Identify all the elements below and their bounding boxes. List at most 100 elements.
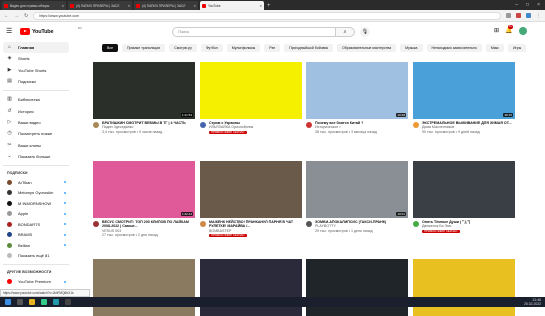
channel-avatar[interactable] <box>306 122 312 128</box>
sidebar-item[interactable]: ArTikan <box>0 177 72 188</box>
avatar[interactable] <box>518 27 527 35</box>
sidebar-item[interactable]: YouTube Premium <box>0 276 72 287</box>
sidebar-item[interactable]: ✂ Ваши клипы <box>0 139 72 150</box>
close-icon[interactable]: × <box>260 3 262 8</box>
forward-icon[interactable]: → <box>14 13 19 19</box>
windows-start-icon[interactable] <box>5 299 11 305</box>
sidebar-item[interactable]: Melomyn Gyoroskin <box>0 187 72 198</box>
filter-chip[interactable]: Музыка <box>400 44 423 52</box>
filter-chip[interactable]: Смотрю.ру <box>169 44 197 52</box>
reload-icon[interactable]: ↻ <box>24 13 28 19</box>
channel-avatar[interactable] <box>413 122 419 128</box>
youtube-logo[interactable]: YouTube RU <box>20 27 82 35</box>
extension-icon[interactable] <box>516 13 521 18</box>
browser-tab[interactable]: (4) ПАПИЧ ПРИЗЕРЫ | ЗАСЛ × <box>134 1 198 10</box>
search-button[interactable]: ⌕ <box>336 27 355 37</box>
browser-tab-active[interactable]: YouTube × <box>200 1 264 10</box>
filter-chip[interactable]: Все <box>102 44 119 52</box>
search-input[interactable]: Поиск <box>172 27 336 37</box>
sidebar-item[interactable]: ◈ Shorts <box>0 53 72 64</box>
sidebar-item[interactable]: ▥ Библиотека <box>0 94 72 105</box>
video-card[interactable]: Стрим с Украины ИЛЬЯЗАЙКА Оризнойэлик ПРЯМ… <box>200 62 302 135</box>
sidebar-item[interactable]: Bellian <box>0 240 72 251</box>
channel-avatar[interactable] <box>200 221 206 227</box>
video-card[interactable] <box>200 259 302 316</box>
hamburger-menu-icon[interactable]: ☰ <box>6 28 12 35</box>
video-thumbnail[interactable] <box>200 161 302 218</box>
sidebar-item[interactable]: ▷ Ваши видео <box>0 117 72 128</box>
video-thumbnail[interactable] <box>413 161 515 218</box>
video-card[interactable]: 28:15 ЭКСТРЕМАЛЬНОЕ ВЫЖИВАНИЕ ДЛЯ ЗИМАЯ О… <box>413 62 515 134</box>
video-thumbnail[interactable]: 10:48 <box>306 62 408 119</box>
sidebar-item[interactable]: M INMORNSHOW <box>0 198 72 209</box>
close-window-icon[interactable]: × <box>537 1 540 10</box>
filter-chip[interactable]: Образовательные мастерства <box>337 44 397 52</box>
sidebar-item[interactable]: ⌂ Главная <box>3 42 69 54</box>
extension-icon[interactable] <box>526 13 531 18</box>
telegram-icon[interactable] <box>53 299 59 305</box>
sidebar-item[interactable]: Apple <box>0 208 72 219</box>
video-thumbnail[interactable]: 10:01 <box>306 161 408 218</box>
video-card[interactable]: Опять Тёмные Души ( ͡° ͜ʖ ͡°) Движенок Би… <box>413 161 515 234</box>
address-bar[interactable]: https://www.youtube.com <box>33 11 501 20</box>
new-tab-icon[interactable]: + <box>267 2 271 10</box>
video-thumbnail[interactable] <box>306 259 408 316</box>
video-card[interactable]: 10:01 ЗОМБИ-АПОКАЛИПСИС (ТАКСИ-ПРАНК) PLAY… <box>306 161 408 233</box>
filter-chip[interactable]: Игры <box>508 44 527 52</box>
sidebar-item[interactable]: ⌄ Показать больше <box>0 151 72 162</box>
file-explorer-icon[interactable] <box>29 299 35 305</box>
sidebar-item[interactable]: ▶ YouTube Shorts <box>0 65 72 76</box>
sidebar-item[interactable]: BRAMS <box>0 229 72 240</box>
video-thumbnail[interactable]: 1:21:53 <box>93 62 195 119</box>
filter-chip[interactable]: Футбол <box>200 44 223 52</box>
minimize-icon[interactable]: – <box>515 1 518 10</box>
close-icon[interactable]: × <box>128 3 130 8</box>
maximize-icon[interactable]: □ <box>526 1 529 10</box>
back-icon[interactable]: ← <box>4 13 9 19</box>
filter-chip[interactable]: Мультфильмы <box>226 44 261 52</box>
video-thumbnail[interactable] <box>93 259 195 316</box>
video-title[interactable]: ВЕСУС СМОТРИТ: ТОП 200 КЛИПОВ ПО ЛАЙКАМ … <box>102 220 195 229</box>
notifications-icon[interactable]: 🔔 9+ <box>505 25 513 36</box>
channel-avatar[interactable] <box>93 221 99 227</box>
video-thumbnail[interactable] <box>200 62 302 119</box>
voice-search-icon[interactable]: 🎙 <box>360 27 370 37</box>
browser-tab[interactable]: Видео для стримы обзоры × <box>2 1 66 10</box>
channel-avatar[interactable] <box>413 221 419 227</box>
video-thumbnail[interactable]: 28:15 <box>413 62 515 119</box>
video-card[interactable]: 10:48 Почему все боятся Китай ? Историческ… <box>306 62 408 134</box>
video-card[interactable]: 1:22:44 ВЕСУС СМОТРИТ: ТОП 200 КЛИПОВ ПО … <box>93 161 195 237</box>
video-card[interactable] <box>413 259 515 316</box>
system-clock[interactable]: 21:46 25.02.2022 <box>524 298 545 306</box>
video-card[interactable]: МАЖЕНК НЕЙСТВО! ПРАНКАНУЛ ПАРНЯ В ЧАТ РУ… <box>200 161 302 238</box>
sidebar-item[interactable]: ▤ Подписки <box>0 76 72 87</box>
close-icon[interactable]: × <box>194 3 196 8</box>
browser-tab[interactable]: (4) ПАПИЧ ПРИЗЕРЫ | ЗАСЛ × <box>68 1 132 10</box>
channel-avatar[interactable] <box>306 221 312 227</box>
video-card[interactable] <box>306 259 408 316</box>
video-thumbnail[interactable] <box>413 259 515 316</box>
video-card[interactable] <box>93 259 195 316</box>
filter-chip[interactable]: Рэп <box>264 44 281 52</box>
sidebar-item[interactable]: ↺ История <box>0 105 72 116</box>
channel-name[interactable]: ИЛЬЯЗАЙКА Оризнойэлик <box>209 125 253 129</box>
filter-chip[interactable]: Микс <box>485 44 505 52</box>
close-icon[interactable]: × <box>62 3 64 8</box>
browser-menu-icon[interactable]: ⋮ <box>536 13 541 19</box>
video-card[interactable]: 1:21:53 БРАТИШКИН СМОТРИТ ВЕБМЫ В ТГ | 4 … <box>93 62 195 134</box>
obs-icon[interactable] <box>65 299 71 305</box>
browser-icon[interactable] <box>41 299 47 305</box>
filter-chip[interactable]: Пригодныйшой бойовик <box>284 44 334 52</box>
video-title[interactable]: МАЖЕНК НЕЙСТВО! ПРАНКАНУЛ ПАРНЯ В ЧАТ РУ… <box>209 220 302 229</box>
filter-chip[interactable]: Ненаходимо заявочительно <box>426 44 482 52</box>
video-thumbnail[interactable]: 1:22:44 <box>93 161 195 218</box>
sidebar-item[interactable]: ◷ Посмотреть позже <box>0 128 72 139</box>
create-video-icon[interactable]: ⊞ <box>494 27 499 36</box>
channel-name[interactable]: Движенок Би Эмс <box>422 224 470 228</box>
sidebar-item[interactable]: BONDARTS <box>0 219 72 230</box>
filter-chip[interactable]: Прямые трансляции <box>122 44 166 52</box>
search-icon[interactable] <box>17 299 23 305</box>
extension-icon[interactable] <box>506 13 511 18</box>
sidebar-item[interactable]: Показать ещё 81 <box>0 250 72 261</box>
channel-avatar[interactable] <box>93 122 99 128</box>
